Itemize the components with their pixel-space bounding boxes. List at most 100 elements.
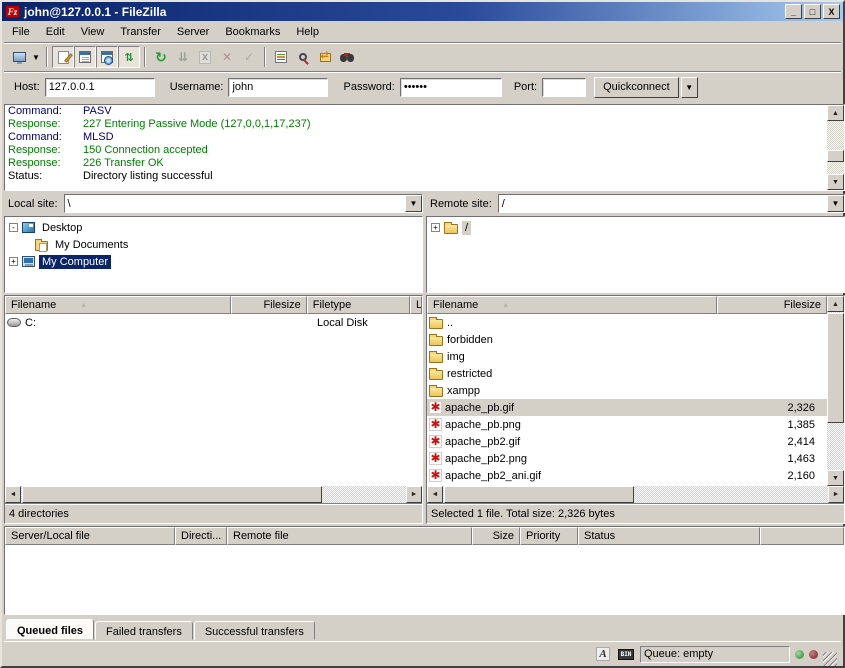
- local-tree[interactable]: - Desktop My Documents + My Computer: [4, 216, 423, 293]
- file-row-c-drive[interactable]: C: Local Disk: [5, 314, 422, 331]
- toggle-local-tree-icon[interactable]: [74, 46, 96, 68]
- scroll-right-icon[interactable]: ►: [406, 486, 422, 503]
- tree-item-desktop[interactable]: - Desktop: [9, 219, 422, 236]
- collapse-icon[interactable]: -: [9, 223, 18, 232]
- expand-icon[interactable]: +: [9, 257, 18, 266]
- menu-server[interactable]: Server: [169, 24, 217, 40]
- synchronized-browsing-icon[interactable]: [336, 46, 358, 68]
- menu-help[interactable]: Help: [288, 24, 327, 40]
- file-search-icon[interactable]: [292, 46, 314, 68]
- queue-body[interactable]: [5, 545, 844, 614]
- folder-icon: [429, 387, 443, 397]
- remote-tree[interactable]: + /: [426, 216, 845, 293]
- file-row[interactable]: forbidden: [427, 331, 827, 348]
- menu-file[interactable]: File: [4, 24, 38, 40]
- menu-edit[interactable]: Edit: [38, 24, 73, 40]
- combo-dropdown-icon[interactable]: ▼: [827, 195, 844, 212]
- remote-hscrollbar[interactable]: ◄ ►: [427, 486, 844, 503]
- column-filename[interactable]: Filename▲: [427, 296, 717, 314]
- host-label: Host:: [14, 81, 40, 93]
- column-filename[interactable]: Filename▲: [5, 296, 231, 314]
- scroll-up-icon[interactable]: ▲: [827, 105, 844, 121]
- column-filetype[interactable]: Filetype: [307, 296, 410, 314]
- menu-transfer[interactable]: Transfer: [112, 24, 169, 40]
- folder-icon: [429, 336, 443, 346]
- refresh-icon[interactable]: ↻: [150, 46, 172, 68]
- tab-successful-transfers[interactable]: Successful transfers: [194, 621, 315, 640]
- message-log[interactable]: Command:PASV Response:227 Entering Passi…: [4, 104, 845, 191]
- username-input[interactable]: [228, 78, 328, 97]
- expand-icon[interactable]: +: [431, 223, 440, 232]
- local-site-combobox[interactable]: \ ▼: [64, 194, 423, 213]
- file-row-selected[interactable]: ✱apache_pb.gif 2,326: [427, 399, 827, 416]
- column-size[interactable]: Size: [472, 527, 520, 545]
- remote-file-list: Filename▲ Filesize .. forbidden i: [426, 295, 845, 524]
- menu-view[interactable]: View: [73, 24, 113, 40]
- combo-dropdown-icon[interactable]: ▼: [405, 195, 422, 212]
- tab-failed-transfers[interactable]: Failed transfers: [95, 621, 193, 640]
- column-last-modified[interactable]: L: [410, 296, 422, 314]
- toggle-remote-tree-icon[interactable]: [96, 46, 118, 68]
- resize-grip[interactable]: [823, 652, 837, 666]
- quickconnect-button[interactable]: Quickconnect: [594, 77, 679, 98]
- directory-listing-filter-icon[interactable]: [270, 46, 292, 68]
- remote-vscrollbar[interactable]: ▲ ▼: [827, 296, 844, 486]
- file-row[interactable]: ✱apache_pb.png 1,385: [427, 416, 827, 433]
- column-spacer: [760, 527, 844, 545]
- toggle-message-log-icon[interactable]: [52, 46, 74, 68]
- scroll-thumb[interactable]: [22, 486, 322, 503]
- column-filesize[interactable]: Filesize: [231, 296, 306, 314]
- tree-item-root[interactable]: + /: [431, 219, 844, 236]
- scroll-thumb[interactable]: [827, 313, 844, 423]
- directory-comparison-icon[interactable]: [314, 46, 336, 68]
- quickconnect-dropdown-icon[interactable]: ▼: [681, 77, 698, 98]
- local-list-body[interactable]: C: Local Disk: [5, 314, 422, 486]
- column-direction[interactable]: Directi...: [175, 527, 227, 545]
- queue-status: Queue: empty: [640, 646, 790, 663]
- port-input[interactable]: [542, 78, 586, 97]
- scroll-right-icon[interactable]: ►: [828, 486, 844, 503]
- remote-list-body[interactable]: .. forbidden img restricted: [427, 314, 827, 486]
- scroll-up-icon[interactable]: ▲: [827, 296, 844, 312]
- titlebar[interactable]: Fz john@127.0.0.1 - FileZilla _ □ X: [2, 2, 843, 21]
- column-remote-file[interactable]: Remote file: [227, 527, 472, 545]
- scroll-down-icon[interactable]: ▼: [827, 470, 844, 486]
- file-row[interactable]: ✱apache_pb2_ani.gif 2,160: [427, 467, 827, 484]
- maximize-button[interactable]: □: [804, 4, 821, 19]
- log-scrollbar[interactable]: ▲ ▼: [827, 105, 844, 190]
- tab-queued-files[interactable]: Queued files: [6, 619, 94, 640]
- file-row[interactable]: ✱apache_pb2.png 1,463: [427, 450, 827, 467]
- toggle-transfer-queue-icon[interactable]: ⇅: [118, 46, 140, 68]
- file-row[interactable]: xampp: [427, 382, 827, 399]
- file-row[interactable]: restricted: [427, 365, 827, 382]
- remote-status-text: Selected 1 file. Total size: 2,326 bytes: [427, 503, 844, 523]
- local-status-text: 4 directories: [5, 503, 422, 523]
- scroll-left-icon[interactable]: ◄: [427, 486, 443, 503]
- process-queue-icon: ⇊: [172, 46, 194, 68]
- column-filesize[interactable]: Filesize: [717, 296, 827, 314]
- tree-item-my-computer[interactable]: + My Computer: [9, 253, 422, 270]
- scroll-left-icon[interactable]: ◄: [5, 486, 21, 503]
- transfer-queue: Server/Local file Directi... Remote file…: [4, 526, 845, 615]
- file-row[interactable]: img: [427, 348, 827, 365]
- column-status[interactable]: Status: [578, 527, 760, 545]
- host-input[interactable]: [45, 78, 155, 97]
- column-priority[interactable]: Priority: [520, 527, 578, 545]
- minimize-button[interactable]: _: [785, 4, 802, 19]
- close-button[interactable]: X: [823, 4, 840, 19]
- scroll-thumb[interactable]: [444, 486, 634, 503]
- folder-icon: [444, 224, 458, 234]
- remote-site-combobox[interactable]: / ▼: [498, 194, 845, 213]
- tree-item-my-documents[interactable]: My Documents: [22, 236, 422, 253]
- file-row[interactable]: ✱apache_pb2.gif 2,414: [427, 433, 827, 450]
- scroll-down-icon[interactable]: ▼: [827, 174, 844, 190]
- password-input[interactable]: [400, 78, 502, 97]
- column-server-local-file[interactable]: Server/Local file: [5, 527, 175, 545]
- site-manager-icon[interactable]: [8, 46, 30, 68]
- menu-bookmarks[interactable]: Bookmarks: [217, 24, 288, 40]
- folder-icon: [429, 370, 443, 380]
- file-row[interactable]: ..: [427, 314, 827, 331]
- site-manager-dropdown-icon[interactable]: ▼: [30, 46, 42, 68]
- scroll-thumb[interactable]: [827, 150, 844, 162]
- local-hscrollbar[interactable]: ◄ ►: [5, 486, 422, 503]
